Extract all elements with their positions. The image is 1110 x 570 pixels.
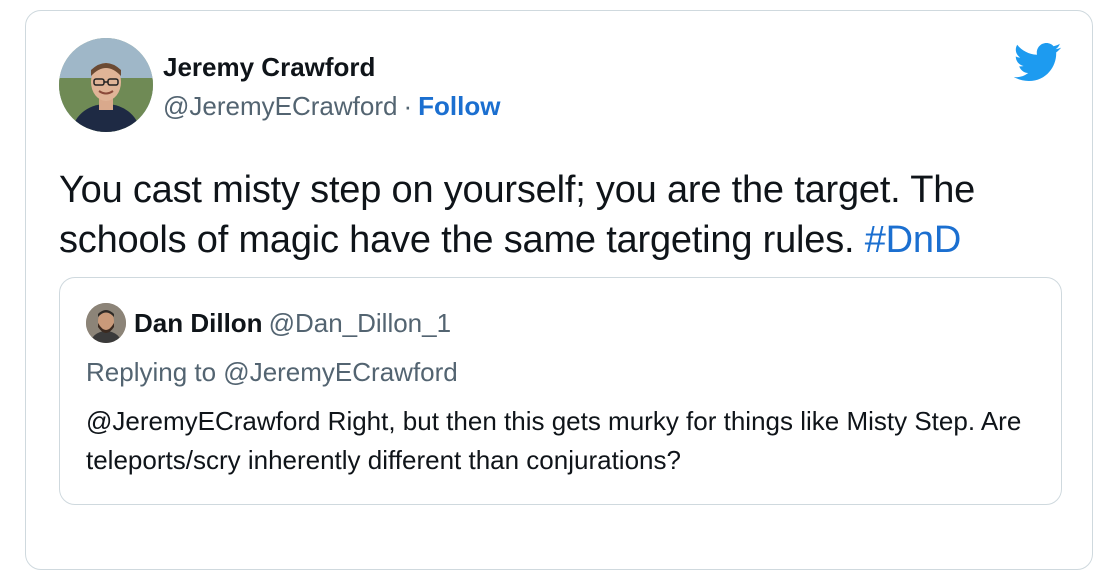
author-avatar-image bbox=[59, 38, 153, 132]
tweet-text: You cast misty step on yourself; you are… bbox=[59, 165, 1059, 265]
author-name[interactable]: Jeremy Crawford bbox=[163, 52, 375, 83]
quoted-avatar-image bbox=[86, 303, 126, 343]
hashtag-link[interactable]: #DnD bbox=[865, 219, 962, 261]
tweet-body: You cast misty step on yourself; you are… bbox=[59, 169, 976, 261]
replying-to-label: Replying to @JeremyECrawford bbox=[86, 357, 458, 387]
author-handle[interactable]: @JeremyECrawford bbox=[163, 91, 397, 121]
quoted-tweet-text: @JeremyECrawford Right, but then this ge… bbox=[86, 406, 1022, 475]
follow-link[interactable]: Follow bbox=[418, 91, 500, 121]
quoted-author-handle[interactable]: @Dan_Dillon_1 bbox=[269, 308, 452, 338]
twitter-bird-icon[interactable] bbox=[1014, 43, 1062, 83]
author-handle-row: @JeremyECrawford · Follow bbox=[163, 91, 500, 122]
quoted-tweet[interactable]: Dan Dillon @Dan_Dillon_1 Replying to @Jer… bbox=[59, 277, 1062, 505]
quoted-author-row: Dan Dillon @Dan_Dillon_1 bbox=[134, 308, 451, 339]
separator-dot: · bbox=[403, 91, 413, 121]
quoted-author-avatar[interactable] bbox=[86, 303, 126, 343]
author-avatar[interactable] bbox=[59, 38, 153, 132]
quoted-author-name[interactable]: Dan Dillon bbox=[134, 308, 263, 338]
tweet-card[interactable]: Jeremy Crawford @JeremyECrawford · Follow … bbox=[25, 10, 1093, 570]
